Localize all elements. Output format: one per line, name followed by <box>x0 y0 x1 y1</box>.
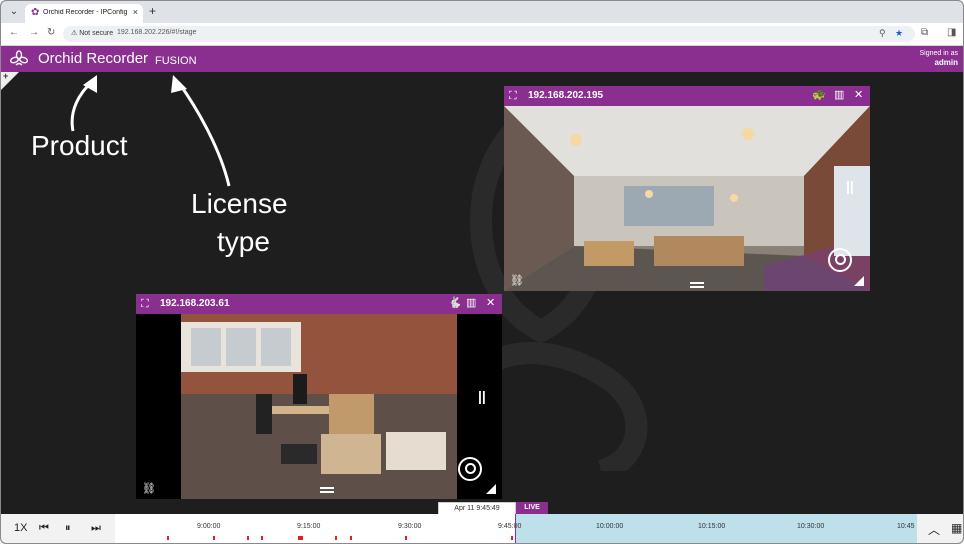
browser-tab[interactable]: ✿ Orchid Recorder - IPConfigure × <box>25 4 143 23</box>
url-text: 192.168.202.226/#!/stage <box>117 29 197 36</box>
recording-marker[interactable] <box>511 536 513 540</box>
not-secure-badge[interactable]: ⚠ Not secure <box>71 29 113 37</box>
time-tick: 10:15:00 <box>698 523 726 530</box>
zoom-icon[interactable] <box>458 457 482 481</box>
recording-marker[interactable] <box>247 536 249 540</box>
tab-close-icon[interactable]: × <box>133 7 138 17</box>
forward-icon[interactable]: → <box>29 27 39 39</box>
zoom-icon[interactable]: ⚲ <box>879 28 886 39</box>
recording-marker[interactable] <box>298 536 303 540</box>
time-tick: 9:30:00 <box>398 523 422 530</box>
live-button[interactable]: LIVE <box>516 502 548 514</box>
pause-button-icon[interactable]: ⏸ <box>65 522 71 534</box>
pause-icon[interactable]: || <box>846 178 854 194</box>
license-type: FUSION <box>155 55 197 67</box>
recording-marker[interactable] <box>213 536 215 540</box>
annotation-product: Product <box>31 130 128 161</box>
time-tick: 9:45:00 <box>498 523 522 530</box>
pause-icon[interactable]: || <box>478 388 486 404</box>
recording-marker[interactable] <box>167 536 169 540</box>
annotation-license-line1: License <box>191 188 288 219</box>
camera-ip: 192.168.203.61 <box>160 298 230 309</box>
app-header: Orchid Recorder FUSION Signed in as admi… <box>1 46 963 72</box>
user-menu[interactable]: Signed in as admin <box>919 49 958 68</box>
camera-tile-header: ⛶ 192.168.203.61 🐇 ▥ ✕ <box>136 294 502 314</box>
tab-bar: ⌄ ✿ Orchid Recorder - IPConfigure × + <box>1 1 963 23</box>
resize-handle[interactable] <box>854 276 864 286</box>
camera-tile[interactable]: ⛶ 192.168.203.61 🐇 ▥ ✕ || ⛓ <box>136 294 502 499</box>
zoom-icon[interactable] <box>828 248 852 272</box>
drag-handle[interactable] <box>320 487 334 493</box>
playback-speed[interactable]: 1X <box>14 522 27 534</box>
time-tick: 10:45 <box>897 523 915 530</box>
skip-forward-icon[interactable]: ⏭ <box>91 522 101 534</box>
address-bar: ← → ↻ ⚠ Not secure 192.168.202.226/#!/st… <box>1 23 963 46</box>
new-tab-button[interactable]: + <box>149 5 156 17</box>
close-icon[interactable]: ✕ <box>486 297 495 310</box>
extensions-icon[interactable]: ⧉ <box>921 27 928 38</box>
timeline: 1X ⏮ ⏸ ⏭ 9:00:00 9:15:00 9:30:00 9:45:00… <box>1 514 963 543</box>
stats-icon[interactable]: ▥ <box>466 297 476 310</box>
bookmark-star-icon[interactable]: ★ <box>895 28 903 39</box>
annotation-license-line2: type <box>217 226 270 257</box>
camera-video[interactable] <box>181 314 457 499</box>
close-icon[interactable]: ✕ <box>854 89 863 102</box>
back-icon[interactable]: ← <box>9 27 19 39</box>
drag-handle[interactable] <box>690 282 704 288</box>
recording-marker[interactable] <box>405 536 407 540</box>
orchid-logo-icon[interactable] <box>10 50 28 68</box>
unlink-icon[interactable]: ⛓ <box>142 482 156 495</box>
timeline-track[interactable]: 9:00:00 9:15:00 9:30:00 9:45:00 10:00:00… <box>115 514 917 543</box>
camera-ip: 192.168.202.195 <box>528 90 604 101</box>
tab-title: Orchid Recorder - IPConfigure <box>43 9 127 16</box>
tab-search-icon[interactable]: ⌄ <box>7 5 21 19</box>
chevron-up-icon[interactable]: ︿ <box>928 521 940 538</box>
orchid-favicon-icon: ✿ <box>31 7 40 18</box>
camera-tile[interactable]: ⛶ 192.168.202.195 🐢 ▥ ✕ || ⛓ <box>504 86 870 291</box>
expand-icon[interactable]: ⛶ <box>141 298 149 310</box>
turtle-icon[interactable]: 🐢 <box>812 89 826 102</box>
camera-tile-header: ⛶ 192.168.202.195 🐢 ▥ ✕ <box>504 86 870 106</box>
unlink-icon[interactable]: ⛓ <box>510 274 524 287</box>
url-field[interactable]: ⚠ Not secure 192.168.202.226/#!/stage ⚲ … <box>63 26 915 42</box>
stats-icon[interactable]: ▥ <box>834 89 844 102</box>
skip-back-icon[interactable]: ⏮ <box>39 522 49 534</box>
time-tick: 9:00:00 <box>197 523 221 530</box>
not-secure-label: Not secure <box>79 30 114 37</box>
add-icon[interactable]: + <box>3 71 8 81</box>
time-tick: 10:00:00 <box>596 523 624 530</box>
resize-handle[interactable] <box>486 484 496 494</box>
time-tick: 9:15:00 <box>297 523 321 530</box>
username: admin <box>934 58 958 67</box>
now-indicator <box>515 514 516 543</box>
camera-video[interactable] <box>504 106 870 291</box>
side-panel-icon[interactable]: ◨ <box>947 27 956 38</box>
recording-marker[interactable] <box>335 536 337 540</box>
expand-icon[interactable]: ⛶ <box>509 90 517 102</box>
time-tick: 10:30:00 <box>797 523 825 530</box>
rabbit-icon[interactable]: 🐇 <box>448 297 462 310</box>
recording-marker[interactable] <box>350 536 352 540</box>
browser-window: ⌄ ✿ Orchid Recorder - IPConfigure × + ← … <box>0 0 964 544</box>
recording-marker[interactable] <box>261 536 263 540</box>
product-name: Orchid Recorder <box>38 50 149 67</box>
calendar-icon[interactable]: ▦ <box>951 521 962 535</box>
reload-icon[interactable]: ↻ <box>47 27 55 39</box>
signed-in-label: Signed in as <box>919 50 958 57</box>
